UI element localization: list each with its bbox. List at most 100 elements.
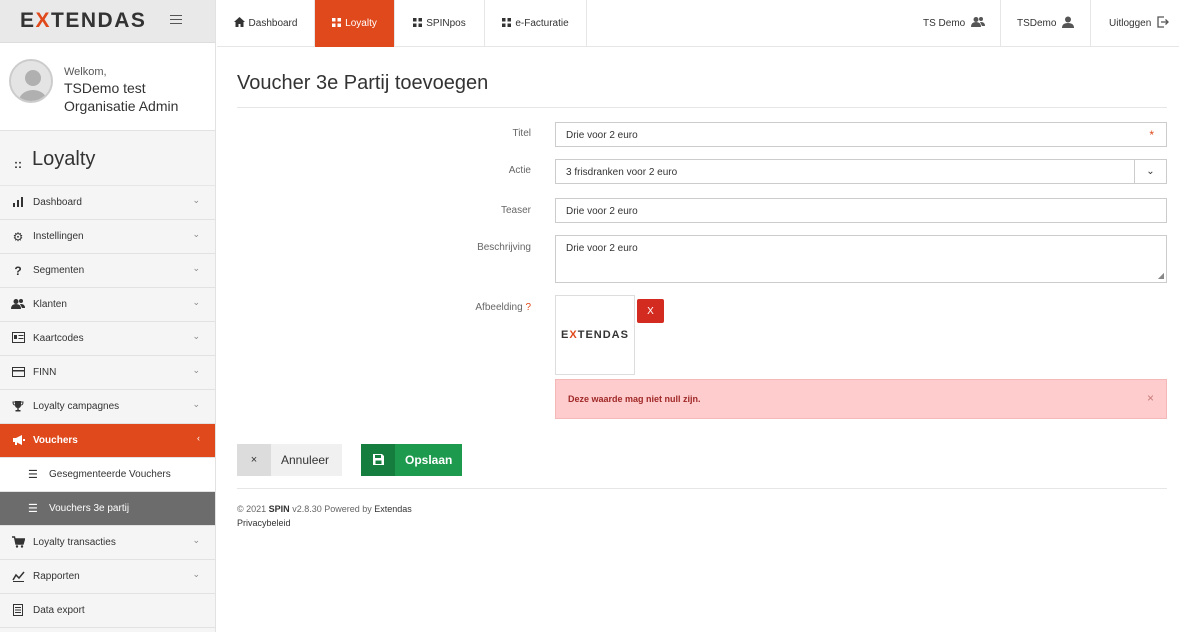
sidebar-item-label: Instellingen	[33, 231, 84, 242]
titel-value: Drie voor 2 euro	[566, 130, 638, 141]
home-icon	[233, 17, 245, 30]
tab-label: Dashboard	[248, 18, 298, 29]
titel-input[interactable]: Drie voor 2 euro *	[555, 122, 1167, 147]
sidebar-item-vouchers[interactable]: Vouchers ‹	[0, 424, 215, 458]
chevron-down-icon[interactable]: ⌄	[1134, 160, 1166, 183]
actie-select[interactable]: 3 frisdranken voor 2 euro ⌄	[555, 159, 1167, 184]
logo-bar: EXTENDAS	[0, 0, 215, 43]
logo-text-x: X	[35, 9, 52, 32]
credit-card-icon	[11, 366, 25, 380]
trophy-icon	[11, 400, 25, 414]
resize-handle-icon[interactable]: ◢	[1158, 271, 1164, 280]
user-icon	[1062, 16, 1075, 31]
copyright: © 2021	[237, 504, 267, 514]
beschrijving-label: Beschrijving	[477, 242, 531, 253]
nav-divider	[1000, 0, 1001, 47]
error-alert: Deze waarde mag niet null zijn. ×	[555, 379, 1167, 419]
afbeelding-label-text: Afbeelding	[475, 302, 523, 313]
teaser-input[interactable]: Drie voor 2 euro	[555, 198, 1167, 223]
actie-value: 3 frisdranken voor 2 euro	[566, 167, 678, 178]
sidebar-item-label: Loyalty campagnes	[33, 401, 120, 412]
logout-label: Uitloggen	[1109, 18, 1152, 29]
footer-copyright-line: © 2021 SPIN v2.8.30 Powered by Extendas	[237, 502, 412, 516]
teaser-label: Teaser	[500, 205, 531, 216]
page-title: Voucher 3e Partij toevoegen	[237, 72, 489, 94]
chevron-down-icon: ⌄	[192, 569, 200, 579]
sidebar-item-label: Klanten	[33, 299, 67, 310]
sidebar-item-data-export[interactable]: Data export	[0, 594, 215, 628]
afbeelding-label: Afbeelding ?	[411, 302, 531, 313]
user-label: TSDemo	[1017, 18, 1057, 29]
sidebar-item-rapporten[interactable]: Rapporten ⌄	[0, 560, 215, 594]
teaser-value: Drie voor 2 euro	[566, 206, 638, 217]
question-icon: ?	[14, 264, 22, 278]
users-icon	[11, 298, 25, 312]
product-name: SPIN	[268, 504, 290, 514]
sidebar-subitem-gesegmenteerde-vouchers[interactable]: ☰ Gesegmenteerde Vouchers	[0, 458, 215, 492]
hamburger-menu-icon[interactable]	[170, 12, 182, 27]
cancel-label: Annuleer	[281, 453, 330, 467]
welcome-panel: Welkom, TSDemo test Organisatie Admin	[0, 43, 215, 131]
extendas-link[interactable]: Extendas	[374, 504, 412, 514]
tab-spinpos[interactable]: SPINpos	[395, 0, 485, 47]
avatar	[9, 59, 53, 103]
welcome-role: Organisatie Admin	[64, 98, 179, 114]
sidebar-subitem-vouchers-3e-partij[interactable]: ☰ Vouchers 3e partij	[0, 492, 215, 526]
nav-divider	[1090, 0, 1091, 47]
organisation-label: TS Demo	[923, 18, 966, 29]
sidebar-item-loyalty-transacties[interactable]: Loyalty transacties ⌄	[0, 526, 215, 560]
delete-image-button[interactable]: X	[637, 299, 664, 323]
footer: © 2021 SPIN v2.8.30 Powered by Extendas …	[237, 502, 412, 530]
module-header: :: Loyalty	[0, 131, 215, 186]
tab-loyalty[interactable]: Loyalty	[315, 0, 395, 47]
save-label: Opslaan	[405, 453, 453, 467]
user-silhouette-icon	[11, 61, 51, 101]
sidebar-subitem-label: Vouchers 3e partij	[49, 503, 130, 514]
error-message: Deze waarde mag niet null zijn.	[568, 394, 701, 404]
tab-e-facturatie[interactable]: e-Facturatie	[485, 0, 587, 47]
cancel-button[interactable]: × Annuleer	[237, 444, 342, 476]
sidebar-item-klanten[interactable]: Klanten ⌄	[0, 288, 215, 322]
image-preview: EXTENDAS	[555, 295, 635, 375]
grid-icon	[502, 17, 512, 30]
welcome-name: TSDemo test	[64, 80, 146, 96]
floppy-disk-icon	[361, 444, 395, 476]
sidebar-item-instellingen[interactable]: ⚙ Instellingen ⌄	[0, 220, 215, 254]
extendas-logo[interactable]: EXTENDAS	[20, 9, 146, 33]
top-navbar: Dashboard Loyalty SPINpos e-Facturatie T…	[217, 0, 1179, 47]
required-asterisk-icon: *	[1149, 128, 1154, 142]
line-chart-icon	[11, 570, 25, 584]
tab-dashboard[interactable]: Dashboard	[217, 0, 315, 47]
welcome-user: TSDemo test Organisatie Admin	[64, 79, 178, 115]
save-button[interactable]: Opslaan	[361, 444, 462, 476]
actie-label: Actie	[508, 165, 531, 176]
sidebar-item-finn[interactable]: FINN ⌄	[0, 356, 215, 390]
help-icon[interactable]: ?	[525, 302, 531, 313]
tab-label: e-Facturatie	[515, 18, 569, 29]
sidebar-item-loyalty-campagnes[interactable]: Loyalty campagnes ⌄	[0, 390, 215, 424]
list-icon: ☰	[28, 469, 38, 481]
organisation-menu[interactable]: TS Demo	[923, 0, 986, 47]
chevron-down-icon: ⌄	[192, 229, 200, 239]
user-menu[interactable]: TSDemo	[1017, 0, 1075, 47]
sidebar-item-dashboard[interactable]: Dashboard ⌄	[0, 186, 215, 220]
close-icon[interactable]: ×	[1147, 391, 1154, 405]
tab-label: SPINpos	[426, 18, 466, 29]
module-title: Loyalty	[32, 148, 96, 170]
chevron-left-icon: ‹	[197, 433, 200, 443]
sidebar-item-segmenten[interactable]: ? Segmenten ⌄	[0, 254, 215, 288]
close-icon: ×	[237, 444, 271, 476]
titel-label: Titel	[512, 128, 531, 139]
version: v2.8.30 Powered by	[292, 504, 372, 514]
logout-icon	[1157, 16, 1170, 31]
logout-link[interactable]: Uitloggen	[1109, 0, 1170, 47]
privacy-link[interactable]: Privacybeleid	[237, 516, 412, 530]
sidebar-item-label: Rapporten	[33, 571, 80, 582]
cart-icon	[11, 536, 25, 550]
sidebar-item-kaartcodes[interactable]: Kaartcodes ⌄	[0, 322, 215, 356]
chevron-down-icon: ⌄	[192, 331, 200, 341]
bar-chart-icon	[11, 196, 25, 210]
beschrijving-value: Drie voor 2 euro	[566, 243, 638, 254]
beschrijving-textarea[interactable]: Drie voor 2 euro ◢	[555, 235, 1167, 283]
welcome-label: Welkom,	[64, 66, 107, 78]
